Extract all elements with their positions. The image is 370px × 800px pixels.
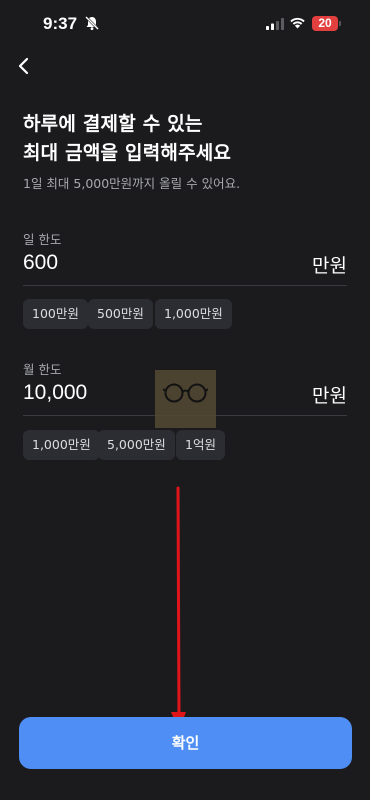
daily-limit-value[interactable]: 600 [23, 251, 58, 275]
chevron-left-icon [18, 57, 29, 75]
daily-chip-1000[interactable]: 1,000만원 [155, 299, 232, 329]
annotation-arrow [171, 486, 186, 730]
daily-limit-input[interactable]: 600 만원 [23, 245, 347, 286]
status-time: 9:37 [43, 14, 78, 33]
title-line-1: 하루에 결제할 수 있는 [23, 113, 203, 135]
page-title: 하루에 결제할 수 있는 최대 금액을 입력해주세요 [23, 110, 231, 168]
monthly-chip-5000[interactable]: 5,000만원 [98, 430, 175, 460]
daily-chip-500[interactable]: 500만원 [88, 299, 153, 329]
limit-setting-screen: 9:37 20 하루에 결제할 수 있는 최대 금액을 입력해주세요 1일 최대… [0, 0, 370, 800]
monthly-chip-1eok[interactable]: 1억원 [176, 430, 225, 460]
title-line-2: 최대 금액을 입력해주세요 [23, 142, 232, 164]
wifi-icon [290, 17, 305, 29]
battery-icon: 20 [312, 16, 338, 31]
page-subtitle: 1일 최대 5,000만원까지 올릴 수 있어요. [23, 176, 241, 191]
bell-off-icon [85, 16, 99, 30]
monthly-chip-1000[interactable]: 1,000만원 [23, 430, 100, 460]
watermark-logo [155, 370, 216, 428]
daily-limit-unit: 만원 [312, 255, 347, 277]
glasses-icon [163, 383, 208, 403]
battery-tip [339, 21, 341, 26]
status-bar: 9:37 20 [0, 0, 370, 50]
back-button[interactable] [12, 54, 36, 78]
monthly-limit-value[interactable]: 10,000 [23, 381, 87, 405]
signal-icon [266, 18, 284, 30]
confirm-button[interactable]: 확인 [19, 717, 352, 769]
monthly-limit-unit: 만원 [312, 385, 347, 407]
daily-chip-100[interactable]: 100만원 [23, 299, 88, 329]
